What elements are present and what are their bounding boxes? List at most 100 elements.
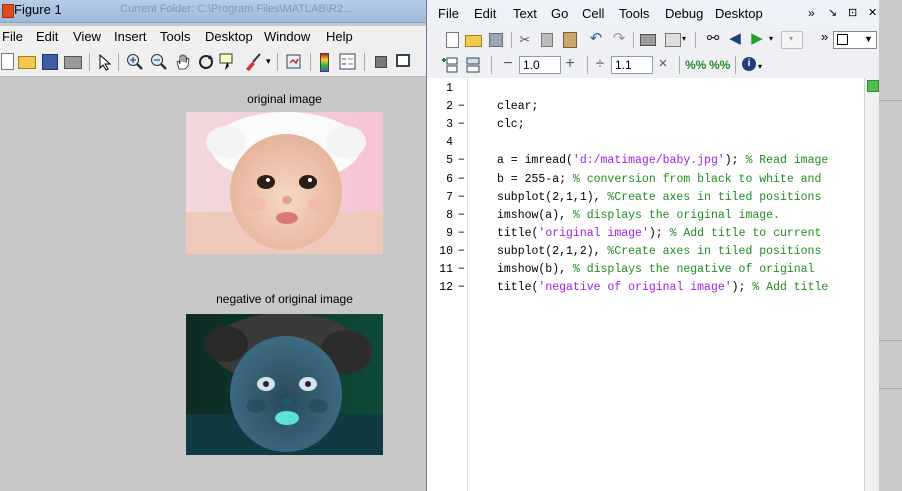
insert-cell-divider-icon[interactable] — [441, 56, 459, 74]
figure-menu-desktop[interactable]: Desktop — [205, 29, 253, 44]
decrement-value-field[interactable] — [519, 56, 561, 74]
new-file-icon[interactable] — [446, 32, 459, 48]
print-icon[interactable] — [64, 56, 82, 69]
editor-menu-desktop[interactable]: Desktop — [715, 6, 763, 21]
code-line[interactable]: b = 255-a; % conversion from black to wh… — [497, 171, 864, 189]
close-editor-icon[interactable]: ✕ — [868, 6, 877, 19]
breakpoint-dash[interactable]: − — [458, 225, 465, 243]
insert-colorbar-icon[interactable] — [320, 53, 329, 72]
save-icon[interactable] — [42, 54, 58, 70]
info-dropdown-arrow-icon[interactable]: ▾ — [758, 62, 762, 71]
hide-cell-titles-icon[interactable]: %% — [709, 56, 730, 74]
info-icon[interactable]: i — [742, 57, 756, 71]
figure-menu-edit[interactable]: Edit — [36, 29, 58, 44]
open-file-icon[interactable] — [465, 35, 482, 47]
divide-button[interactable]: ÷ — [593, 55, 607, 73]
string-token: 'negative of original image' — [538, 281, 732, 294]
insert-legend-icon[interactable] — [339, 53, 357, 71]
editor-menu-debug[interactable]: Debug — [665, 6, 703, 21]
undo-icon[interactable]: ↶ — [588, 30, 604, 48]
figure-menu-help[interactable]: Help — [326, 29, 353, 44]
redo-icon[interactable]: ↷ — [611, 30, 627, 48]
toolbar-separator — [587, 56, 588, 74]
negative-image[interactable] — [186, 314, 383, 455]
editor-menu-cell[interactable]: Cell — [582, 6, 604, 21]
breakpoint-dash[interactable]: − — [458, 116, 465, 134]
figure-menu-file[interactable]: File — [2, 29, 23, 44]
code-line[interactable]: subplot(2,1,2), %Create axes in tiled po… — [497, 243, 864, 261]
code-line[interactable]: a = imread('d:/matimage/baby.jpg'); % Re… — [497, 152, 864, 170]
comment-token: % Add title — [752, 281, 829, 294]
vertical-scrollbar[interactable] — [864, 78, 880, 491]
figure-menu-insert[interactable]: Insert — [114, 29, 147, 44]
edit-plot-arrow-icon[interactable] — [98, 54, 112, 71]
print-icon[interactable] — [640, 34, 656, 46]
maximize-icon[interactable]: ⊡ — [848, 6, 857, 19]
find-dropdown-arrow-icon[interactable]: ▾ — [682, 34, 686, 43]
binoculars-find-icon[interactable]: ⚯ — [704, 30, 722, 48]
stack-dropdown[interactable]: ▾ — [781, 31, 803, 49]
toolbar-separator — [695, 32, 696, 48]
zoom-in-icon[interactable] — [126, 53, 144, 71]
code-line[interactable]: title('original image'); % Add title to … — [497, 225, 864, 243]
layout-selector[interactable]: ▼ — [833, 31, 877, 49]
code-line[interactable]: subplot(2,1,1), %Create axes in tiled po… — [497, 189, 864, 207]
breakpoint-dash[interactable]: − — [458, 279, 465, 297]
editor-menu-go[interactable]: Go — [551, 6, 568, 21]
run-dropdown-arrow-icon[interactable]: ▾ — [769, 34, 773, 43]
editor-menu-file[interactable]: File — [438, 6, 459, 21]
figure-title-bar[interactable]: Figure 1 Current Folder: C:\Program File… — [0, 0, 426, 23]
undock-icon[interactable]: ↘ — [828, 6, 837, 19]
original-image[interactable] — [186, 112, 383, 254]
decrement-button[interactable]: − — [501, 55, 515, 73]
more-tools-icon[interactable]: » — [821, 29, 828, 44]
find-files-icon[interactable] — [665, 33, 681, 47]
code-line[interactable]: imshow(b), % displays the negative of or… — [497, 261, 864, 279]
breakpoint-dash[interactable]: − — [458, 189, 465, 207]
breakpoint-dash[interactable]: − — [458, 243, 465, 261]
code-line[interactable]: imshow(a), % displays the original image… — [497, 207, 864, 225]
show-cell-titles-icon[interactable]: %% — [685, 56, 706, 74]
figure-menu-window[interactable]: Window — [264, 29, 310, 44]
increment-button[interactable]: + — [563, 55, 577, 73]
figure-menu-view[interactable]: View — [73, 29, 101, 44]
go-back-icon[interactable]: ◀ — [727, 30, 743, 48]
breakpoint-dash[interactable]: − — [458, 207, 465, 225]
figure-menu-tools[interactable]: Tools — [160, 29, 190, 44]
save-icon[interactable] — [489, 33, 503, 47]
zoom-out-icon[interactable] — [150, 53, 168, 71]
copy-icon[interactable] — [541, 33, 553, 47]
hide-plot-tools-icon[interactable] — [375, 56, 387, 68]
background-desktop-strip — [879, 0, 902, 491]
divide-value-field[interactable] — [611, 56, 653, 74]
code-line[interactable]: clc; — [497, 116, 864, 134]
editor-menu-tools[interactable]: Tools — [619, 6, 649, 21]
evaluate-cell-icon[interactable] — [465, 56, 483, 74]
breakpoint-dash[interactable]: − — [458, 152, 465, 170]
code-analyzer-status-icon[interactable] — [867, 80, 879, 92]
code-line[interactable]: clear; — [497, 98, 864, 116]
multiply-button[interactable]: × — [656, 55, 670, 73]
run-icon[interactable]: ▶ — [749, 30, 765, 48]
link-plot-icon[interactable] — [285, 53, 303, 71]
new-figure-icon[interactable] — [1, 53, 14, 70]
pan-hand-icon[interactable] — [174, 53, 192, 71]
comment-token: % Add title to current — [669, 227, 822, 240]
breakpoint-dash[interactable]: − — [458, 171, 465, 189]
brush-icon[interactable] — [243, 52, 265, 72]
rotate-3d-icon[interactable] — [197, 53, 215, 71]
editor-menu-edit[interactable]: Edit — [474, 6, 496, 21]
brush-dropdown-arrow-icon[interactable]: ▾ — [266, 56, 271, 67]
divider — [879, 340, 902, 341]
open-file-icon[interactable] — [18, 56, 36, 69]
show-plot-tools-icon[interactable] — [396, 54, 410, 67]
code-line[interactable]: title('negative of original image'); % A… — [497, 279, 864, 297]
cut-icon[interactable]: ✂ — [518, 31, 532, 49]
paste-icon[interactable] — [563, 32, 577, 48]
editor-menu-text[interactable]: Text — [513, 6, 537, 21]
code-token: ); — [648, 227, 670, 240]
data-cursor-icon[interactable] — [219, 52, 237, 72]
breakpoint-dash[interactable]: − — [458, 98, 465, 116]
more-menus-icon[interactable]: » — [808, 6, 815, 20]
breakpoint-dash[interactable]: − — [458, 261, 465, 279]
